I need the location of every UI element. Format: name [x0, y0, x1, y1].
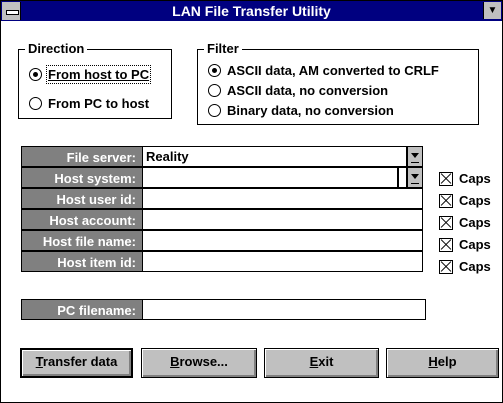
- radio-selected-icon: [29, 68, 42, 81]
- checkbox-checked-icon: [439, 259, 453, 274]
- checkbox-checked-icon: [439, 193, 453, 208]
- pc-filename-input[interactable]: [142, 299, 426, 320]
- host-account-caps-checkbox[interactable]: Caps: [439, 215, 491, 230]
- client-area: Direction From host to PC From PC to hos…: [1, 22, 502, 402]
- help-mnemonic: H: [428, 354, 438, 369]
- radio-ascii-no-conversion[interactable]: ASCII data, no conversion: [208, 83, 388, 98]
- file-server-label: File server:: [21, 146, 143, 167]
- checkbox-checked-icon: [439, 171, 453, 186]
- host-file-name-label: Host file name:: [21, 230, 143, 251]
- help-button[interactable]: Help: [386, 348, 499, 378]
- transfer-data-button[interactable]: Transfer data: [20, 348, 133, 378]
- host-item-id-input[interactable]: [142, 251, 423, 272]
- caps-label: Caps: [459, 193, 491, 208]
- radio-ascii-am-crlf[interactable]: ASCII data, AM converted to CRLF: [208, 63, 439, 78]
- radio-label: From PC to host: [48, 96, 150, 111]
- radio-selected-icon: [208, 64, 221, 77]
- radio-label: ASCII data, AM converted to CRLF: [227, 63, 439, 78]
- radio-unselected-icon: [208, 84, 221, 97]
- radio-binary-no-conversion[interactable]: Binary data, no conversion: [208, 103, 394, 118]
- title-bar: LAN File Transfer Utility ▼: [1, 1, 502, 21]
- app-window: LAN File Transfer Utility ▼ Direction Fr…: [0, 0, 503, 403]
- chevron-down-icon: ▼: [487, 5, 498, 16]
- browse-label: rowse...: [179, 354, 228, 369]
- host-item-id-label: Host item id:: [21, 251, 143, 272]
- dropdown-arrow-icon: [411, 153, 419, 158]
- file-server-dropdown-button[interactable]: [407, 146, 423, 167]
- radio-from-host-to-pc[interactable]: From host to PC: [29, 65, 152, 84]
- radio-unselected-icon: [29, 97, 42, 110]
- checkbox-checked-icon: [439, 215, 453, 230]
- host-account-label: Host account:: [21, 209, 143, 230]
- transfer-label: ransfer data: [42, 354, 118, 369]
- maximize-button[interactable]: ▼: [483, 2, 501, 19]
- host-user-id-label: Host user id:: [21, 188, 143, 209]
- host-system-spacer: [398, 167, 407, 188]
- radio-label: Binary data, no conversion: [227, 103, 394, 118]
- host-system-caps-checkbox[interactable]: Caps: [439, 171, 491, 186]
- caps-label: Caps: [459, 237, 491, 252]
- exit-label: xit: [318, 354, 334, 369]
- exit-button[interactable]: Exit: [264, 348, 379, 378]
- radio-label: ASCII data, no conversion: [227, 83, 389, 98]
- radio-from-pc-to-host[interactable]: From PC to host: [29, 96, 149, 111]
- help-label: elp: [437, 354, 457, 369]
- transfer-mnemonic: T: [35, 354, 43, 369]
- host-file-name-input[interactable]: [142, 230, 423, 251]
- host-item-id-caps-checkbox[interactable]: Caps: [439, 259, 491, 274]
- caps-label: Caps: [459, 215, 491, 230]
- host-system-select[interactable]: [142, 167, 398, 188]
- host-user-id-input[interactable]: [142, 188, 423, 209]
- host-system-label: Host system:: [21, 167, 143, 188]
- filter-group: Filter ASCII data, AM converted to CRLF …: [197, 41, 479, 125]
- caps-label: Caps: [459, 259, 491, 274]
- filter-legend: Filter: [204, 41, 242, 56]
- caps-label: Caps: [459, 171, 491, 186]
- exit-mnemonic: E: [309, 354, 319, 369]
- direction-legend: Direction: [25, 41, 88, 56]
- radio-unselected-icon: [208, 104, 221, 117]
- host-file-name-caps-checkbox[interactable]: Caps: [439, 237, 491, 252]
- dropdown-arrow-icon: [411, 174, 419, 179]
- host-user-id-caps-checkbox[interactable]: Caps: [439, 193, 491, 208]
- window-title: LAN File Transfer Utility: [172, 3, 331, 19]
- file-server-select[interactable]: Reality: [142, 146, 407, 167]
- host-system-dropdown-button[interactable]: [407, 167, 423, 188]
- browse-button[interactable]: Browse...: [141, 348, 257, 378]
- radio-label: From host to PC: [45, 65, 152, 84]
- pc-filename-label: PC filename:: [21, 299, 143, 320]
- checkbox-checked-icon: [439, 237, 453, 252]
- direction-group: Direction From host to PC From PC to hos…: [18, 41, 172, 119]
- host-account-input[interactable]: [142, 209, 423, 230]
